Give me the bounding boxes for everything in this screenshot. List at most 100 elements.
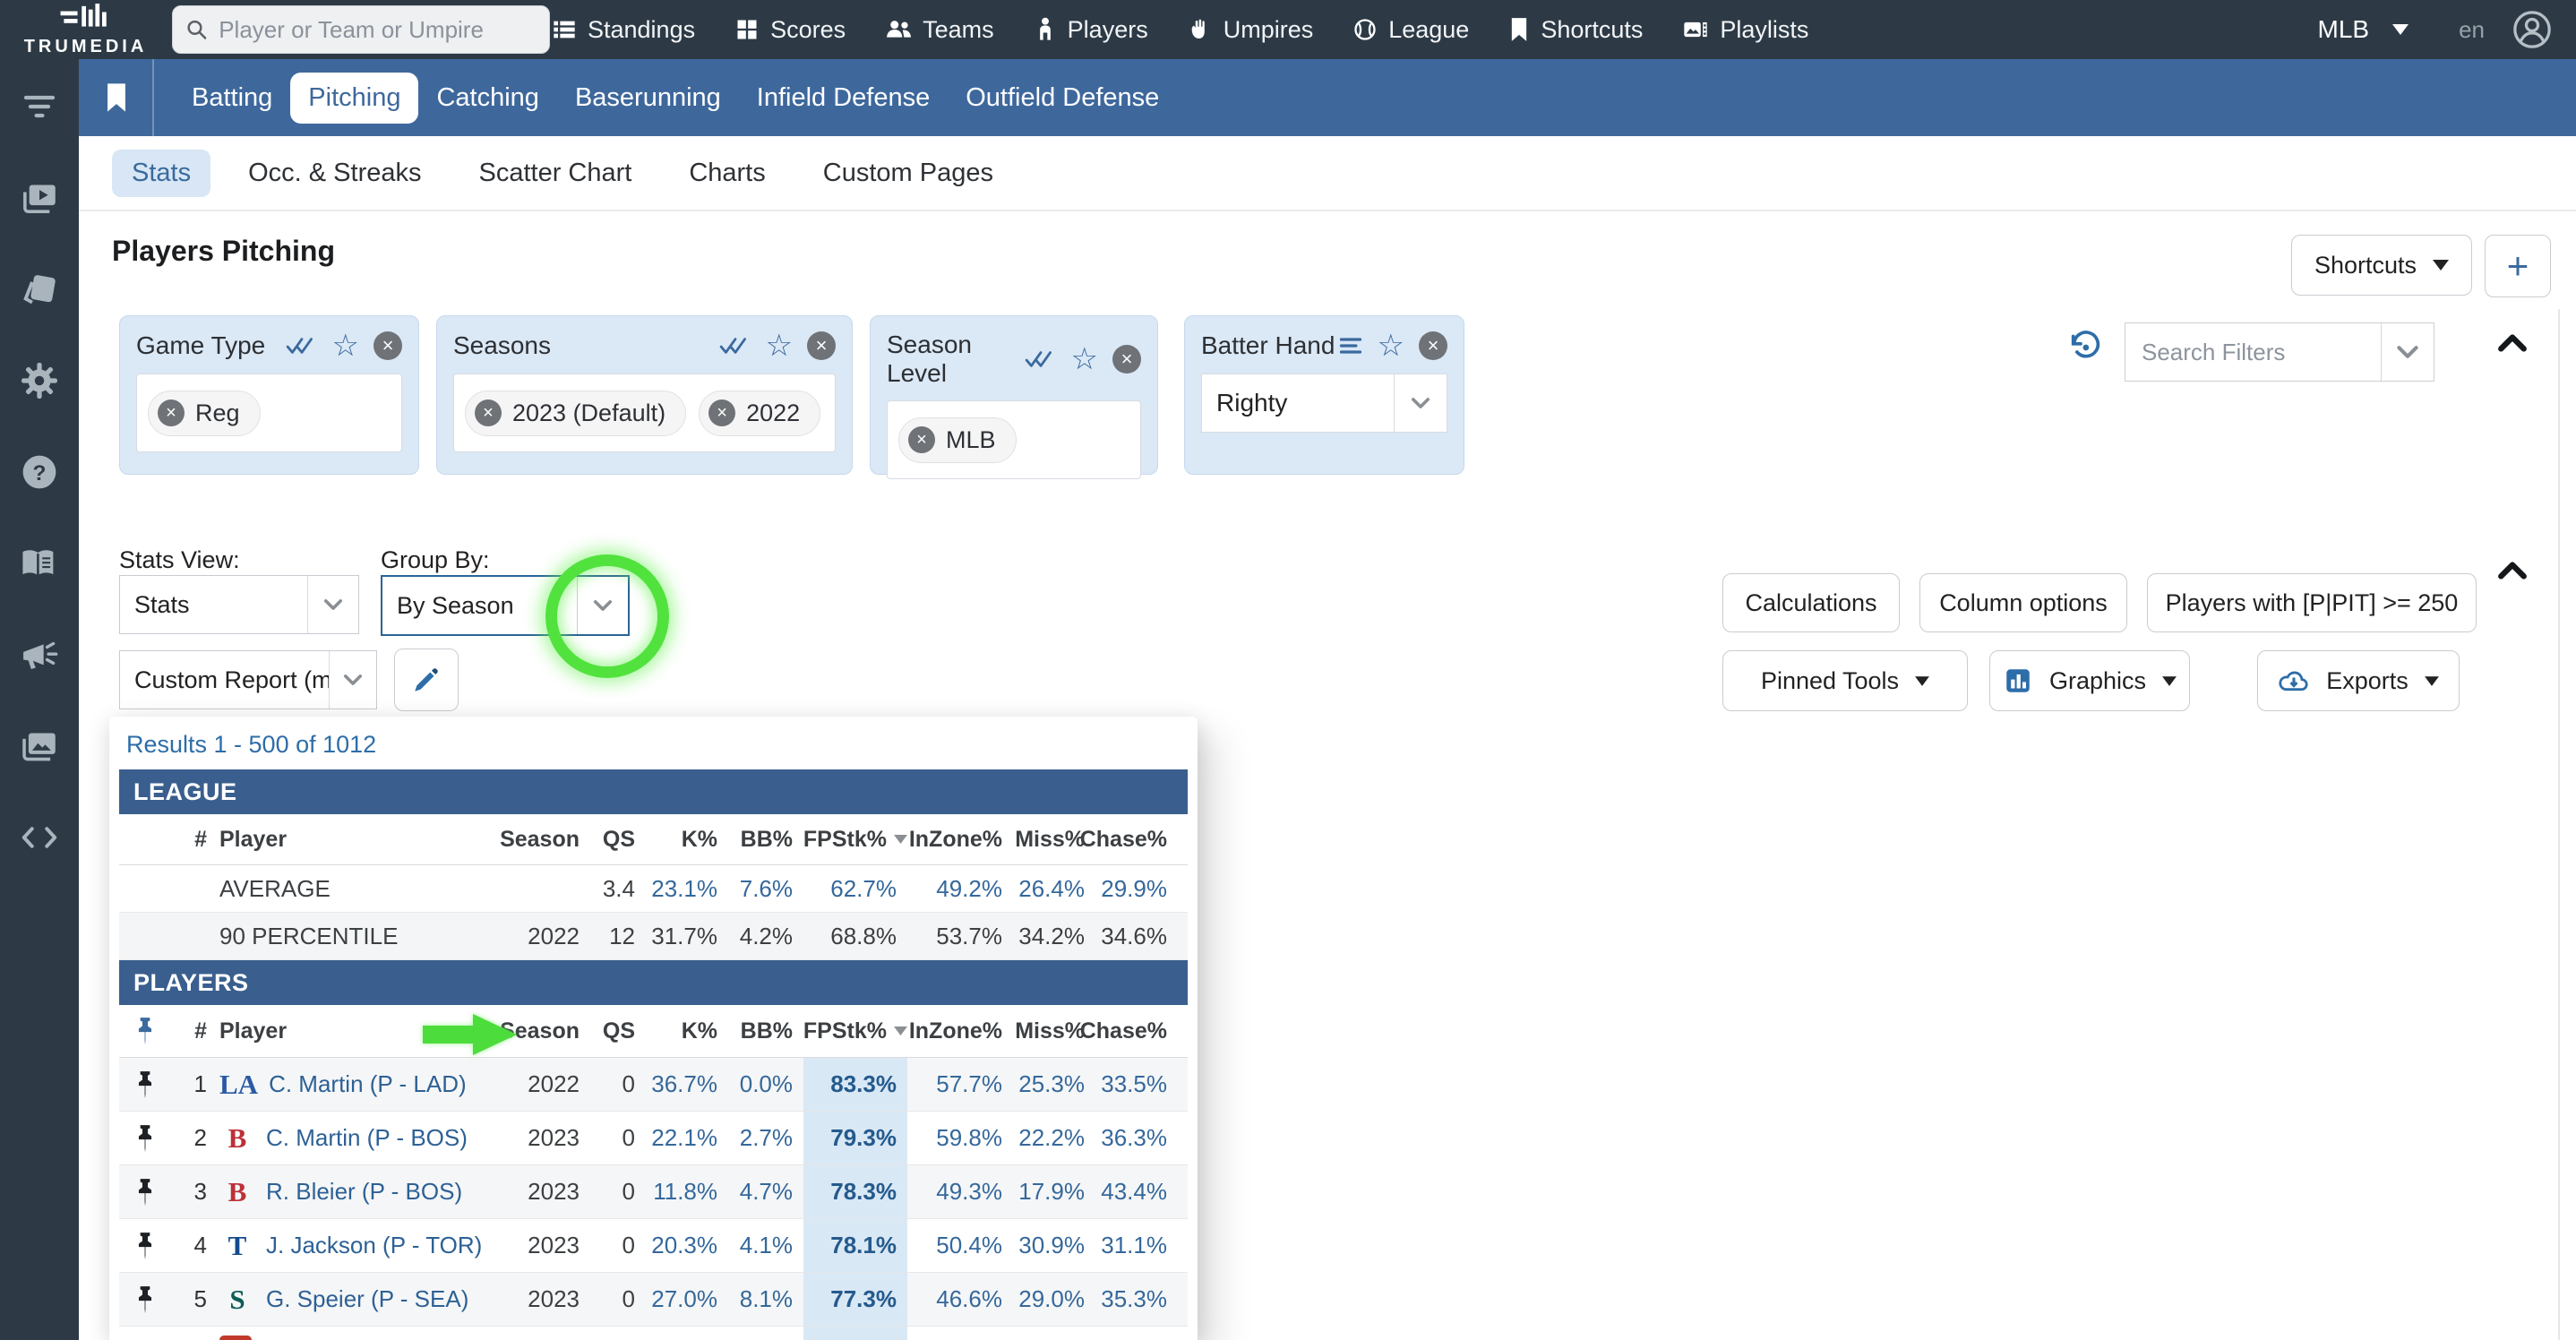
tab-catching[interactable]: Catching [418,73,556,124]
language-selector[interactable]: en [2459,16,2485,44]
collapse-controls-icon[interactable] [2497,561,2528,580]
nav-teams[interactable]: Teams [885,16,994,44]
nav-playlists[interactable]: Playlists [1682,16,1808,44]
global-search[interactable] [172,5,550,54]
remove-filter-icon[interactable]: × [807,331,836,360]
graphics-dropdown[interactable]: Graphics [1989,650,2190,711]
global-search-input[interactable] [217,15,537,45]
collapse-filters-icon[interactable] [2497,333,2528,353]
sidebar-help-icon[interactable]: ? [21,453,58,491]
results-count-link[interactable]: Results 1 - 500 of 1012 [126,731,376,759]
favorite-star-icon[interactable]: ☆ [1378,331,1404,361]
col-bb[interactable]: BB% [728,814,803,864]
col-player[interactable]: Player [218,814,511,864]
filter-tag[interactable]: × 2023 (Default) [465,391,686,436]
trumedia-logo[interactable]: TRUMEDIA [7,2,164,57]
calculations-button[interactable]: Calculations [1722,573,1900,632]
sidebar-cards-icon[interactable] [21,271,58,308]
tab-outfield-defense[interactable]: Outfield Defense [948,73,1177,124]
remove-tag-icon[interactable]: × [708,399,735,426]
remove-filter-icon[interactable]: × [1112,345,1141,374]
nav-shortcuts[interactable]: Shortcuts [1508,16,1643,44]
view-tab-occ-streaks[interactable]: Occ. & Streaks [228,150,441,197]
menu-lines-icon[interactable] [1338,336,1363,356]
filter-tag[interactable]: × MLB [898,417,1017,463]
remove-tag-icon[interactable]: × [908,426,935,453]
pin-icon[interactable] [133,1285,157,1314]
stats-view-select[interactable]: Stats [119,575,359,634]
select-all-icon[interactable] [719,335,751,356]
remove-filter-icon[interactable]: × [1419,331,1447,360]
col-fpstk[interactable]: FPStk% [803,814,907,864]
player-link[interactable]: J. Jackson (P - TOR) [266,1232,482,1259]
shortcuts-dropdown-button[interactable]: Shortcuts [2291,235,2472,296]
col-season[interactable]: Season [511,1005,590,1057]
pin-icon[interactable] [133,1178,157,1207]
sidebar-media-images-icon[interactable] [21,727,58,765]
batter-hand-select[interactable]: Righty [1201,374,1447,433]
col-season[interactable]: Season [511,814,590,864]
tab-batting[interactable]: Batting [174,73,290,124]
tab-baserunning[interactable]: Baserunning [557,73,739,124]
col-chase[interactable]: Chase% [1095,814,1178,864]
nav-standings[interactable]: Standings [552,16,695,44]
players-threshold-button[interactable]: Players with [P|PIT] >= 250 [2147,573,2477,632]
group-by-select[interactable]: By Season [381,575,630,636]
select-all-icon[interactable] [286,335,318,356]
col-player[interactable]: Player [218,1005,511,1057]
tab-infield-defense[interactable]: Infield Defense [739,73,948,124]
custom-report-select[interactable]: Custom Report (me) [119,650,377,709]
col-inzone[interactable]: InZone% [907,814,1013,864]
filter-tag[interactable]: × Reg [148,391,261,436]
league-selector[interactable]: MLB [2318,15,2409,44]
edit-report-button[interactable] [394,649,459,711]
pin-icon[interactable] [133,1232,157,1260]
tab-pitching[interactable]: Pitching [290,73,418,124]
pin-all-icon[interactable] [133,1017,157,1045]
remove-tag-icon[interactable]: × [158,399,185,426]
favorite-star-icon[interactable]: ☆ [332,331,359,361]
select-all-icon[interactable] [1025,348,1057,370]
nav-league[interactable]: League [1352,16,1469,44]
col-fpstk[interactable]: FPStk% [803,1005,907,1057]
sidebar-filters-icon[interactable] [21,88,58,125]
view-tab-charts[interactable]: Charts [669,150,785,197]
pin-icon[interactable] [133,1070,157,1099]
nav-scores[interactable]: Scores [734,16,846,44]
remove-filter-icon[interactable]: × [374,331,402,360]
pinned-tools-dropdown[interactable]: Pinned Tools [1722,650,1968,711]
filter-tag[interactable]: × 2022 [699,391,820,436]
col-qs[interactable]: QS [590,814,646,864]
nav-umpires[interactable]: Umpires [1188,16,1314,44]
col-bb[interactable]: BB% [728,1005,803,1057]
pin-icon[interactable] [133,1124,157,1153]
sidebar-code-icon[interactable] [21,819,58,856]
player-link[interactable]: C. Martin (P - BOS) [266,1124,468,1152]
col-chase[interactable]: Chase% [1095,1005,1178,1057]
favorite-star-icon[interactable]: ☆ [1071,344,1098,374]
col-qs[interactable]: QS [590,1005,646,1057]
col-k[interactable]: K% [646,1005,728,1057]
player-link[interactable]: C. Martin (P - LAD) [269,1070,467,1098]
player-link[interactable]: G. Speier (P - SEA) [266,1285,468,1313]
search-filters-input[interactable] [2125,338,2381,367]
exports-dropdown[interactable]: Exports [2257,650,2460,711]
view-tab-scatter-chart[interactable]: Scatter Chart [459,150,651,197]
user-avatar-icon[interactable] [2512,9,2553,50]
col-inzone[interactable]: InZone% [907,1005,1013,1057]
column-options-button[interactable]: Column options [1919,573,2127,632]
col-k[interactable]: K% [646,814,728,864]
player-link[interactable]: R. Bleier (P - BOS) [266,1178,462,1206]
filter-history-icon[interactable] [2067,330,2103,365]
view-tab-stats[interactable]: Stats [112,150,210,197]
col-rank[interactable]: # [171,814,218,864]
sidebar-video-playlist-icon[interactable] [21,179,58,217]
bookmark-page-icon[interactable] [104,82,129,113]
sidebar-announcements-icon[interactable] [21,636,58,674]
add-shortcut-button[interactable]: + [2485,235,2551,297]
sidebar-glossary-book-icon[interactable] [21,545,58,582]
remove-tag-icon[interactable]: × [475,399,502,426]
favorite-star-icon[interactable]: ☆ [766,331,793,361]
col-rank[interactable]: # [171,1005,218,1057]
search-filters-box[interactable] [2125,322,2434,382]
